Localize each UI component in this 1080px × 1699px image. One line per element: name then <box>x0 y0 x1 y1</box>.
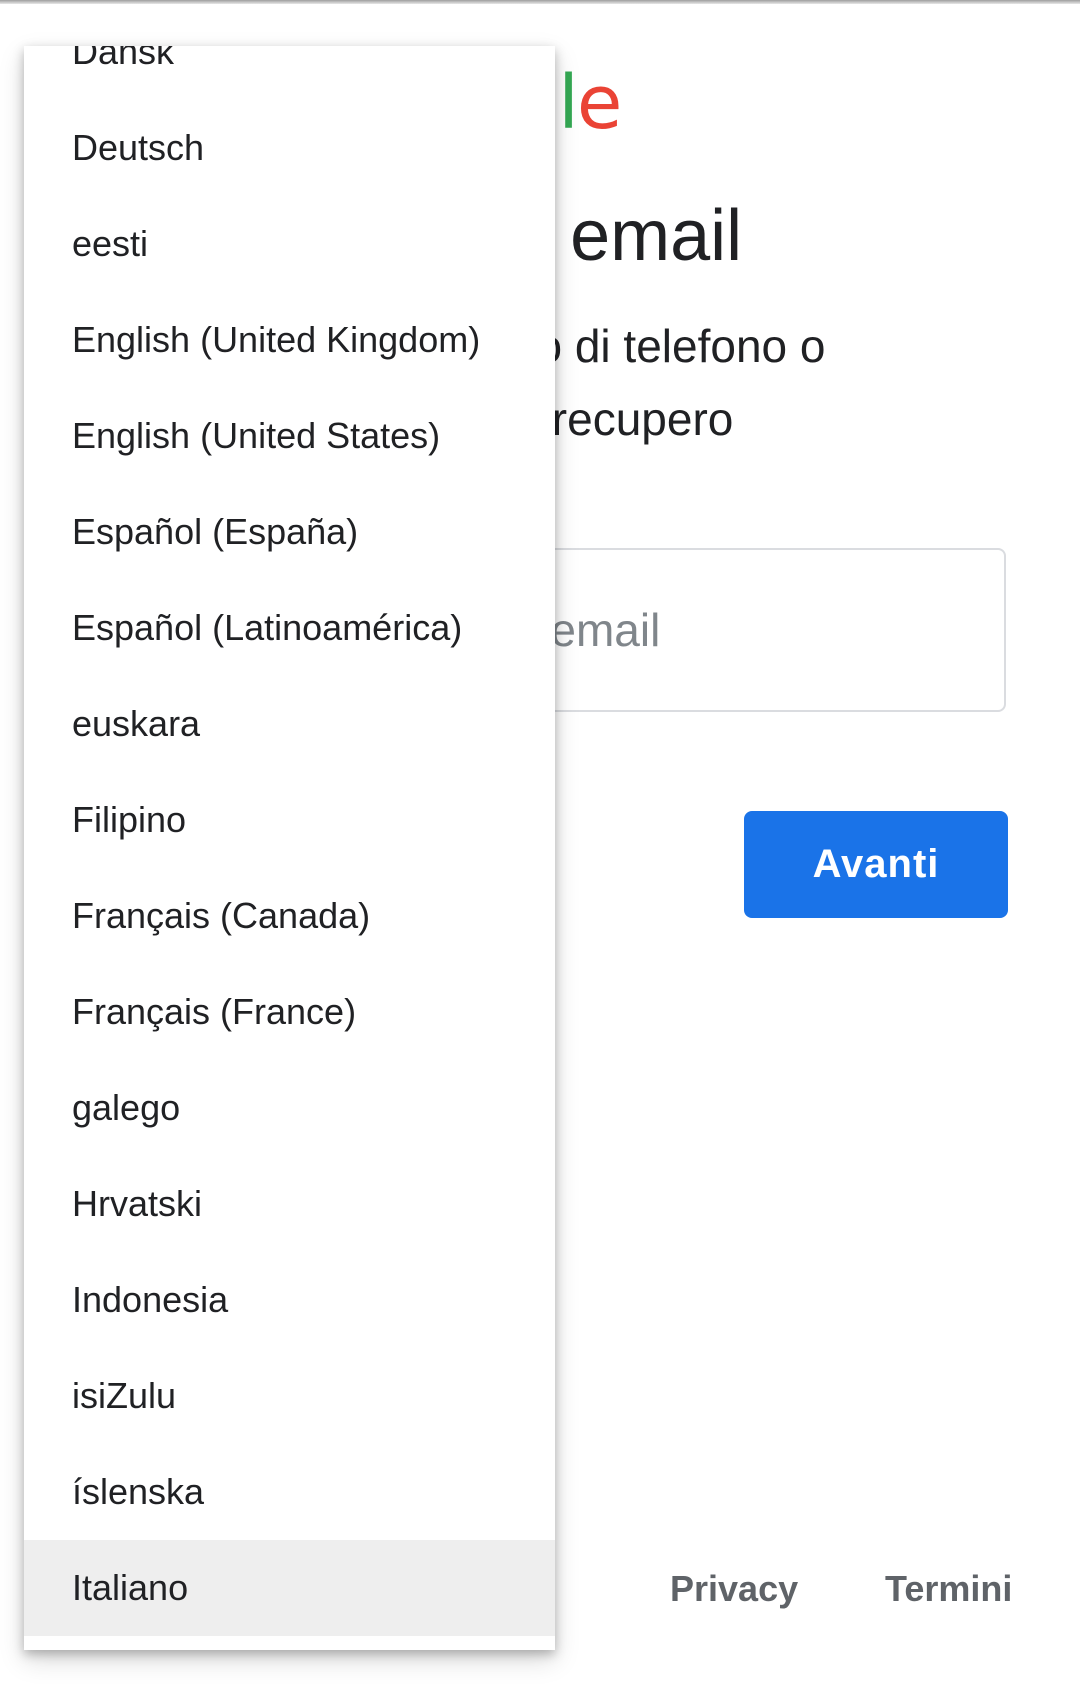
logo-letter-e: e <box>576 60 623 146</box>
language-option-english-us[interactable]: English (United States) <box>24 388 555 484</box>
language-option-espanol-latinoamerica[interactable]: Español (Latinoamérica) <box>24 580 555 676</box>
footer-terms-link[interactable]: Termini <box>885 1568 1012 1610</box>
top-shadow-line <box>0 0 1080 4</box>
footer-privacy-link[interactable]: Privacy <box>670 1568 798 1610</box>
language-option-francais-france[interactable]: Français (France) <box>24 964 555 1060</box>
logo-letter-l: l <box>558 60 579 146</box>
language-option-dansk[interactable]: Dansk <box>24 46 555 100</box>
language-list: Dansk Deutsch eesti English (United King… <box>24 46 555 1636</box>
language-option-english-uk[interactable]: English (United Kingdom) <box>24 292 555 388</box>
language-option-italiano-selected[interactable]: Italiano <box>24 1540 555 1636</box>
language-option-espanol-espana[interactable]: Español (España) <box>24 484 555 580</box>
language-option-indonesia[interactable]: Indonesia <box>24 1252 555 1348</box>
language-option-euskara[interactable]: euskara <box>24 676 555 772</box>
next-button[interactable]: Avanti <box>744 811 1008 918</box>
language-option-eesti[interactable]: eesti <box>24 196 555 292</box>
language-option-francais-canada[interactable]: Français (Canada) <box>24 868 555 964</box>
language-option-isizulu[interactable]: isiZulu <box>24 1348 555 1444</box>
language-option-islenska[interactable]: íslenska <box>24 1444 555 1540</box>
language-option-galego[interactable]: galego <box>24 1060 555 1156</box>
language-option-filipino[interactable]: Filipino <box>24 772 555 868</box>
language-option-deutsch[interactable]: Deutsch <box>24 100 555 196</box>
language-option-hrvatski[interactable]: Hrvatski <box>24 1156 555 1252</box>
language-dropdown-menu[interactable]: Dansk Deutsch eesti English (United King… <box>24 46 555 1650</box>
